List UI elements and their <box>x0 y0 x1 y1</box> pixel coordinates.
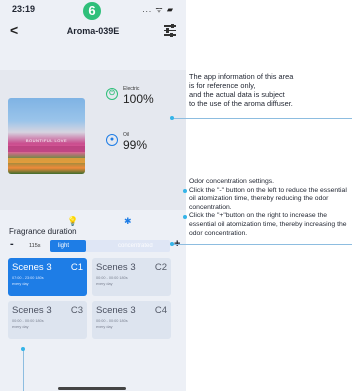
scene-code: C1 <box>70 262 83 273</box>
light-label: light <box>58 243 70 249</box>
electric-value: 100% <box>123 92 154 106</box>
oil-value: 99% <box>123 138 148 152</box>
info-annotation-line: to the use of the aroma diffuser. <box>189 99 293 108</box>
scene-days: every day <box>12 325 29 329</box>
concentration-callout-line <box>172 244 352 245</box>
info-callout-dot <box>170 116 174 120</box>
page-title: Aroma-039E <box>66 26 120 36</box>
product-image-caption: BOUNTIFUL LOVE <box>25 138 68 143</box>
power-icon: ⏻ <box>106 88 118 100</box>
scene-schedule: 07:00 - 23:00 180s <box>12 276 44 280</box>
odor-annotation: Odor concentration settings. Click the "… <box>183 178 351 238</box>
signal-wifi-battery-icon: ... ᯤ ▰ <box>142 5 174 14</box>
scene-schedule: 00:00 - 00:00 180s <box>96 276 128 280</box>
home-indicator <box>58 387 126 390</box>
info-annotation-line: and the actual data is subject <box>189 90 285 99</box>
bluetooth-icon[interactable]: ✱ <box>124 216 132 227</box>
scene-code: C3 <box>70 305 83 316</box>
light-bulb-icon[interactable]: 💡 <box>67 216 78 227</box>
scene-name: Scenes 3 <box>12 262 52 273</box>
info-annotation-line: The app information of this area <box>189 72 294 81</box>
odor-minus-note: Click the "-" button on the left to redu… <box>189 186 347 211</box>
settings-sliders-icon[interactable] <box>164 23 176 37</box>
scene-name: Scenes 3 <box>12 305 52 316</box>
scene-days: every day <box>12 282 29 286</box>
scene-schedule: 00:00 - 00:00 180s <box>12 319 44 323</box>
scene-card-c4[interactable]: Scenes 3 C4 00:00 - 00:00 180s every day <box>92 301 171 339</box>
scene-card-c3[interactable]: Scenes 3 C3 00:00 - 00:00 180s every day <box>8 301 87 339</box>
concentrated-label: concentrated <box>118 243 153 249</box>
step-badge: 6 <box>83 2 101 20</box>
scene-days: every day <box>96 282 113 286</box>
info-annotation-line: is for reference only, <box>189 81 256 90</box>
fragrance-duration-title: Fragrance duration <box>9 227 77 236</box>
concentration-slider[interactable]: light concentrated <box>50 240 170 252</box>
scene-card-c2[interactable]: Scenes 3 C2 00:00 - 00:00 180s every day <box>92 258 171 296</box>
scene-name: Scenes 3 <box>96 262 136 273</box>
scene-card-c1[interactable]: Scenes 3 C1 07:00 - 23:00 180s every day <box>8 258 87 296</box>
odor-annotation-title: Odor concentration settings. <box>189 178 275 185</box>
scene-schedule: 00:00 - 00:00 180s <box>96 319 128 323</box>
nav-bar: < Aroma-039E <box>0 22 186 44</box>
oil-drop-icon: ● <box>106 134 118 146</box>
concentration-callout-dot <box>170 242 174 246</box>
phone-screen: 23:19 ... ᯤ ▰ 6 < Aroma-039E BOUNTIFUL L… <box>0 0 186 391</box>
scene-code: C4 <box>154 305 167 316</box>
scene-days: every day <box>96 325 113 329</box>
concentration-control: - 115s light concentrated + <box>9 238 180 252</box>
scene-name: Scenes 3 <box>96 305 136 316</box>
odor-plus-note: Click the "+"button on the right to incr… <box>189 212 347 237</box>
scene-code: C2 <box>154 262 167 273</box>
scenes-callout-line <box>23 349 24 391</box>
product-image: BOUNTIFUL LOVE <box>8 98 85 174</box>
status-time: 23:19 <box>12 4 36 14</box>
atomization-time: 115s <box>29 243 41 249</box>
decrease-button[interactable]: - <box>10 238 14 250</box>
info-annotation: The app information of this area is for … <box>189 72 351 108</box>
scenes-callout-dot <box>21 347 25 351</box>
info-callout-line <box>172 118 352 119</box>
